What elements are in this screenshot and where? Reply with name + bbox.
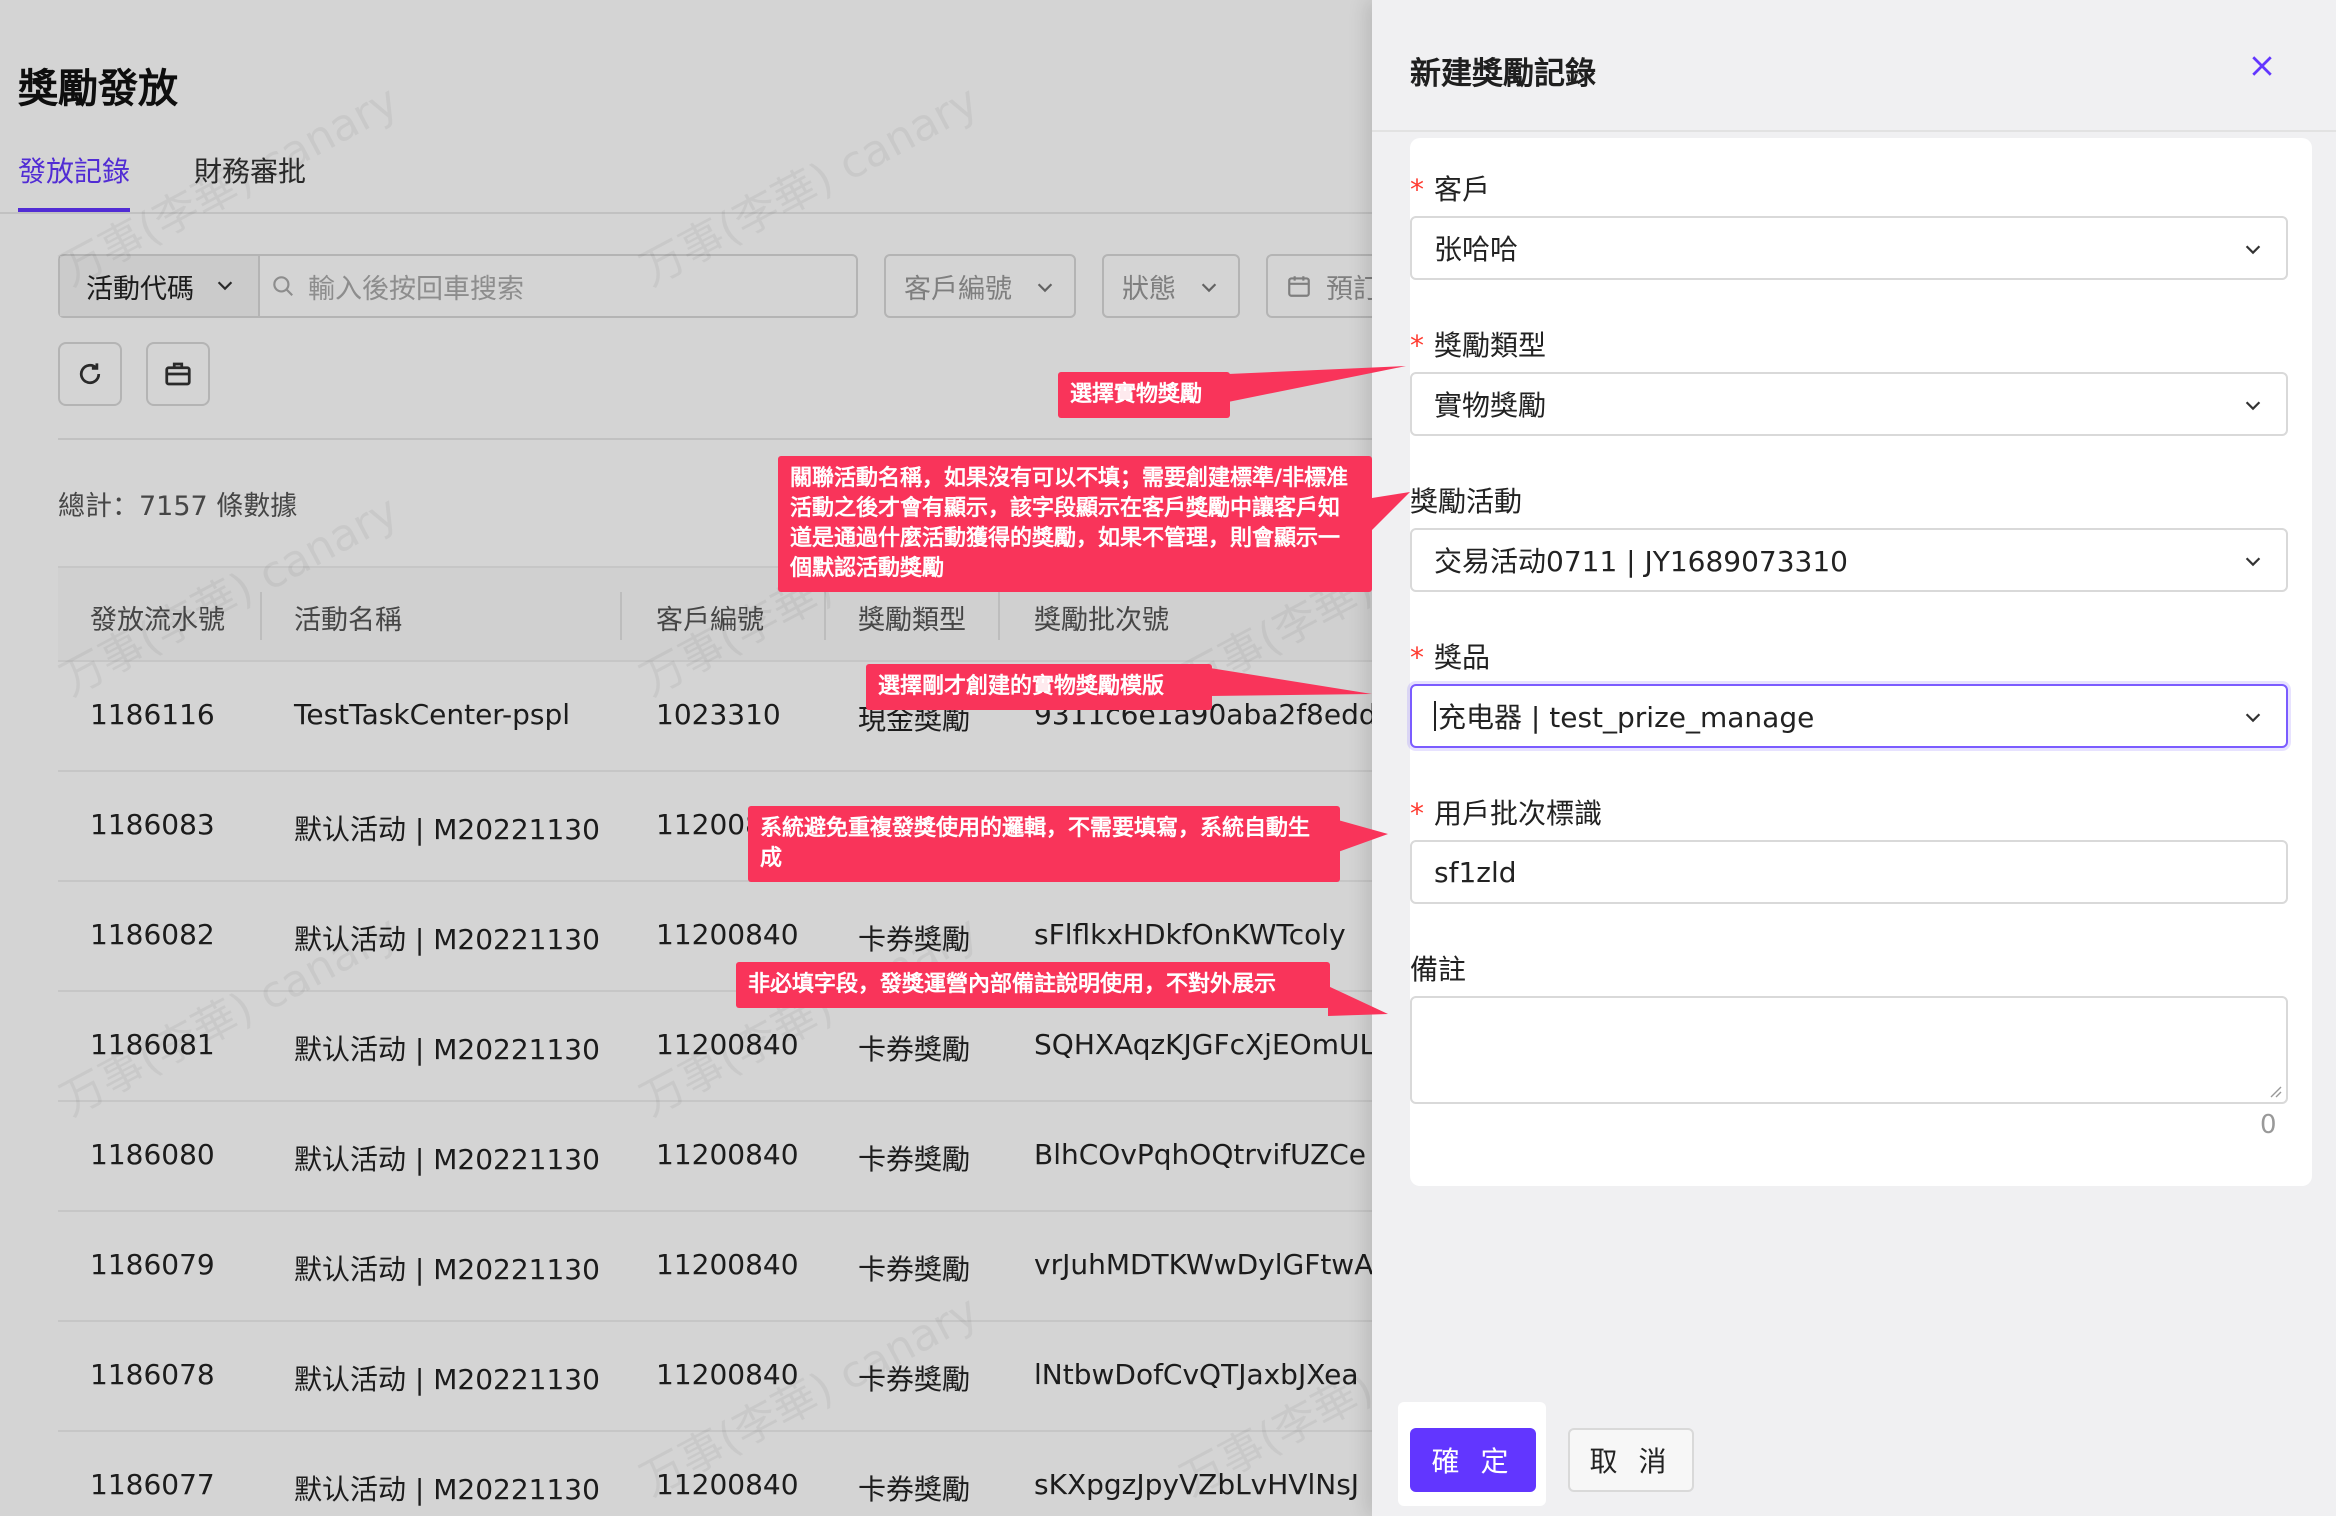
confirm-button[interactable]: 確 定 xyxy=(1410,1428,1536,1492)
resize-handle-icon[interactable] xyxy=(2266,1082,2282,1098)
required-star: * xyxy=(1410,173,1424,206)
close-icon xyxy=(2252,56,2272,76)
prize-select[interactable]: 充电器 | test_prize_manage xyxy=(1410,684,2288,748)
required-star: * xyxy=(1410,797,1424,830)
activity-select[interactable]: 交易活动0711 | JY1689073310 xyxy=(1410,528,2288,592)
required-star: * xyxy=(1410,641,1424,674)
reward-type-label: * 獎勵類型 xyxy=(1410,329,1547,362)
activity-value: 交易活动0711 | JY1689073310 xyxy=(1434,545,1848,578)
customer-label: * 客戶 xyxy=(1410,173,1491,206)
prize-value: 充电器 | test_prize_manage xyxy=(1438,701,1815,734)
reward-type-annotation: 選擇實物獎勵 xyxy=(1058,372,1230,418)
reward-type-value: 實物獎勵 xyxy=(1434,389,1547,422)
remark-label: 備註 xyxy=(1410,953,1467,986)
close-button[interactable] xyxy=(2240,44,2284,88)
reward-type-select[interactable]: 實物獎勵 xyxy=(1410,372,2288,436)
batch-id-label: * 用戶批次標識 xyxy=(1410,797,1603,830)
new-reward-drawer: 新建獎勵記錄 * 客戶 张哈哈 * 獎勵類型 實物獎勵 獎勵活動 交易活动0711 … xyxy=(1372,0,2336,1516)
modal-overlay[interactable] xyxy=(0,0,1372,1516)
batch-id-annotation: 系統避免重複發獎使用的邏輯，不需要填寫，系統自動生成 xyxy=(748,806,1340,882)
customer-select[interactable]: 张哈哈 xyxy=(1410,216,2288,280)
drawer-title: 新建獎勵記錄 xyxy=(1410,56,1596,92)
remark-char-counter: 0 xyxy=(2260,1110,2277,1140)
chevron-down-icon xyxy=(2245,245,2261,255)
customer-value: 张哈哈 xyxy=(1434,233,1519,266)
cancel-button[interactable]: 取 消 xyxy=(1568,1428,1694,1492)
remark-textarea[interactable] xyxy=(1410,996,2288,1104)
required-star: * xyxy=(1410,329,1424,362)
reward-form: * 客戶 张哈哈 * 獎勵類型 實物獎勵 獎勵活動 交易活动0711 | JY168… xyxy=(1410,138,2312,1186)
text-cursor xyxy=(1434,701,1436,731)
chevron-down-icon xyxy=(2245,401,2261,411)
prize-label: * 獎品 xyxy=(1410,641,1491,674)
prize-annotation: 選擇剛才創建的實物獎勵模版 xyxy=(866,664,1212,710)
drawer-header: 新建獎勵記錄 xyxy=(1372,0,2336,132)
batch-id-input[interactable]: sf1zld xyxy=(1410,840,2288,904)
activity-annotation: 關聯活動名稱，如果沒有可以不填；需要創建標準/非標准活動之後才會有顯示，該字段顯… xyxy=(778,456,1372,592)
chevron-down-icon xyxy=(2245,713,2261,723)
chevron-down-icon xyxy=(2245,557,2261,567)
batch-id-value: sf1zld xyxy=(1434,855,1517,889)
activity-label: 獎勵活動 xyxy=(1410,485,1523,518)
remark-annotation: 非必填字段，發獎運營內部備註說明使用，不對外展示 xyxy=(736,962,1330,1008)
